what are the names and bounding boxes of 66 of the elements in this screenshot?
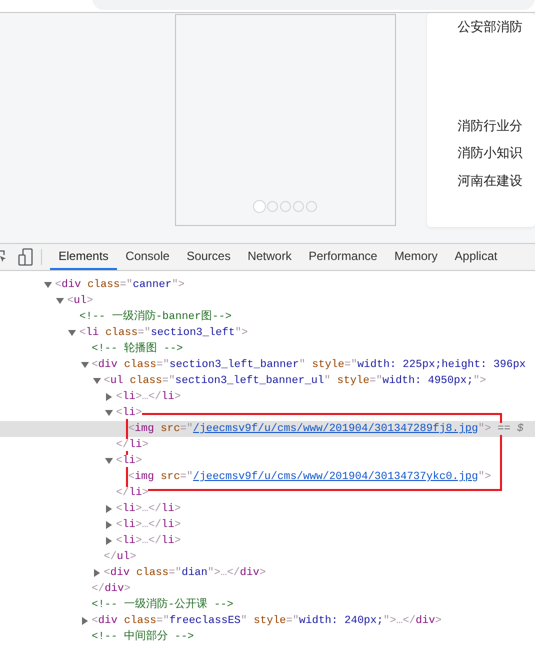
devtools-tab[interactable]: Network <box>239 244 300 270</box>
news-headline[interactable]: 消防小知识 <box>458 145 535 172</box>
attribute-value: section3_left_banner_ul <box>175 375 324 387</box>
tag-name: img <box>134 471 154 483</box>
devtools-tab[interactable]: Elements <box>50 244 118 270</box>
attribute-value: width: 225px;height: 396px <box>357 359 526 371</box>
attribute-value: section3_left <box>150 327 235 339</box>
collapsed-arrow-icon[interactable] <box>80 617 89 625</box>
source-link[interactable]: /jeecmsv9f/u/cms/www/201904/301347289fj8.jpg <box>193 423 478 435</box>
devtools-tab[interactable]: Applicat <box>446 244 506 270</box>
collapsed-arrow-icon[interactable] <box>105 521 113 529</box>
dom-node-line[interactable]: <div class="canner"> <box>0 277 535 293</box>
collapsed-arrow-icon[interactable] <box>105 393 113 401</box>
attribute-value: width: 240px; <box>299 615 384 627</box>
carousel-dot[interactable] <box>306 201 317 212</box>
news-headline[interactable]: 河南在建设 <box>458 172 535 200</box>
dom-node-line[interactable]: <!-- 中间部分 --> <box>0 629 535 645</box>
devtools-tab[interactable]: Memory <box>386 244 446 270</box>
expanded-arrow-icon[interactable] <box>80 361 89 369</box>
dom-node-line[interactable]: <ul class="section3_left_banner_ul" style="width: 4950px;"> <box>0 373 535 389</box>
html-comment: <!-- 一级消防-banner图--> <box>79 311 232 323</box>
collapsed-arrow-icon[interactable] <box>92 569 101 577</box>
devtools-tab[interactable]: Sources <box>178 244 240 270</box>
expanded-arrow-icon[interactable] <box>68 329 76 337</box>
collapsed-arrow-icon[interactable] <box>105 505 113 513</box>
dom-node-line[interactable]: <li>…</li> <box>0 389 535 405</box>
code-punctuation: </ <box>116 439 129 451</box>
news-headline[interactable]: 公安部消防 <box>458 19 535 46</box>
dom-node-line[interactable]: <li> <box>0 453 535 469</box>
collapsed-arrow-icon[interactable] <box>105 537 113 545</box>
code-punctuation: "> <box>478 471 492 483</box>
carousel-dot[interactable] <box>292 201 304 212</box>
carousel-dot[interactable] <box>280 201 291 212</box>
dom-node-line[interactable]: <div class="dian">…</div> <box>0 565 535 581</box>
news-headline[interactable]: 消防行业分 <box>458 118 535 145</box>
tag-name: li <box>122 455 136 467</box>
dom-node-line[interactable]: <img src="/jeecmsv9f/u/cms/www/201904/30134737ykc0.jpg"> <box>0 469 535 485</box>
dom-node-line[interactable]: <li> <box>0 405 535 421</box>
tag-name: li <box>122 407 136 419</box>
html-comment: <!-- 轮播图 --> <box>92 343 183 355</box>
dom-node-line[interactable]: <li>…</li> <box>0 517 535 533</box>
html-comment: <!-- 中间部分 --> <box>92 631 194 643</box>
expanded-arrow-icon[interactable] <box>105 457 113 465</box>
dom-node-line[interactable]: <li class="section3_left"> <box>0 325 535 341</box>
expanded-arrow-icon[interactable] <box>105 409 113 417</box>
source-link[interactable]: /jeecmsv9f/u/cms/www/201904/30134737ykc0.jpg <box>193 471 478 483</box>
devtools-tab[interactable]: Performance <box>300 244 386 270</box>
expanded-arrow-icon[interactable] <box>56 297 64 305</box>
device-toolbar-icon[interactable] <box>18 248 33 266</box>
tag-name: img <box>134 423 154 435</box>
carousel-dot[interactable] <box>266 201 278 212</box>
dom-node-line[interactable]: <li>…</li> <box>0 533 535 549</box>
dom-node-line[interactable]: <!-- 轮播图 --> <box>0 341 535 357</box>
expanded-arrow-icon[interactable] <box>44 281 52 289</box>
dom-node-line[interactable]: <!-- 一级消防-banner图--> <box>0 309 535 325</box>
code-punctuation: "> <box>478 423 492 435</box>
dom-node-line[interactable]: <!-- 一级消防-公开课 --> <box>0 597 535 613</box>
devtools-tab[interactable]: Console <box>117 244 178 270</box>
html-comment: <!-- 一级消防-公开课 --> <box>92 599 234 611</box>
expanded-arrow-icon[interactable] <box>92 377 101 385</box>
attribute-value: width: 4950px; <box>382 375 474 387</box>
dom-node-line[interactable]: <ul> <box>0 293 535 309</box>
dom-node-line[interactable]: <li>…</li> <box>0 501 535 517</box>
dom-node-line[interactable]: <div class="freeclassES" style="width: 240px;">…</div> <box>0 613 535 629</box>
attribute-value: section3_left_banner <box>169 359 299 371</box>
dom-node-line[interactable]: <div class="section3_left_banner" style="width: 225px;height: 396px <box>0 357 535 373</box>
